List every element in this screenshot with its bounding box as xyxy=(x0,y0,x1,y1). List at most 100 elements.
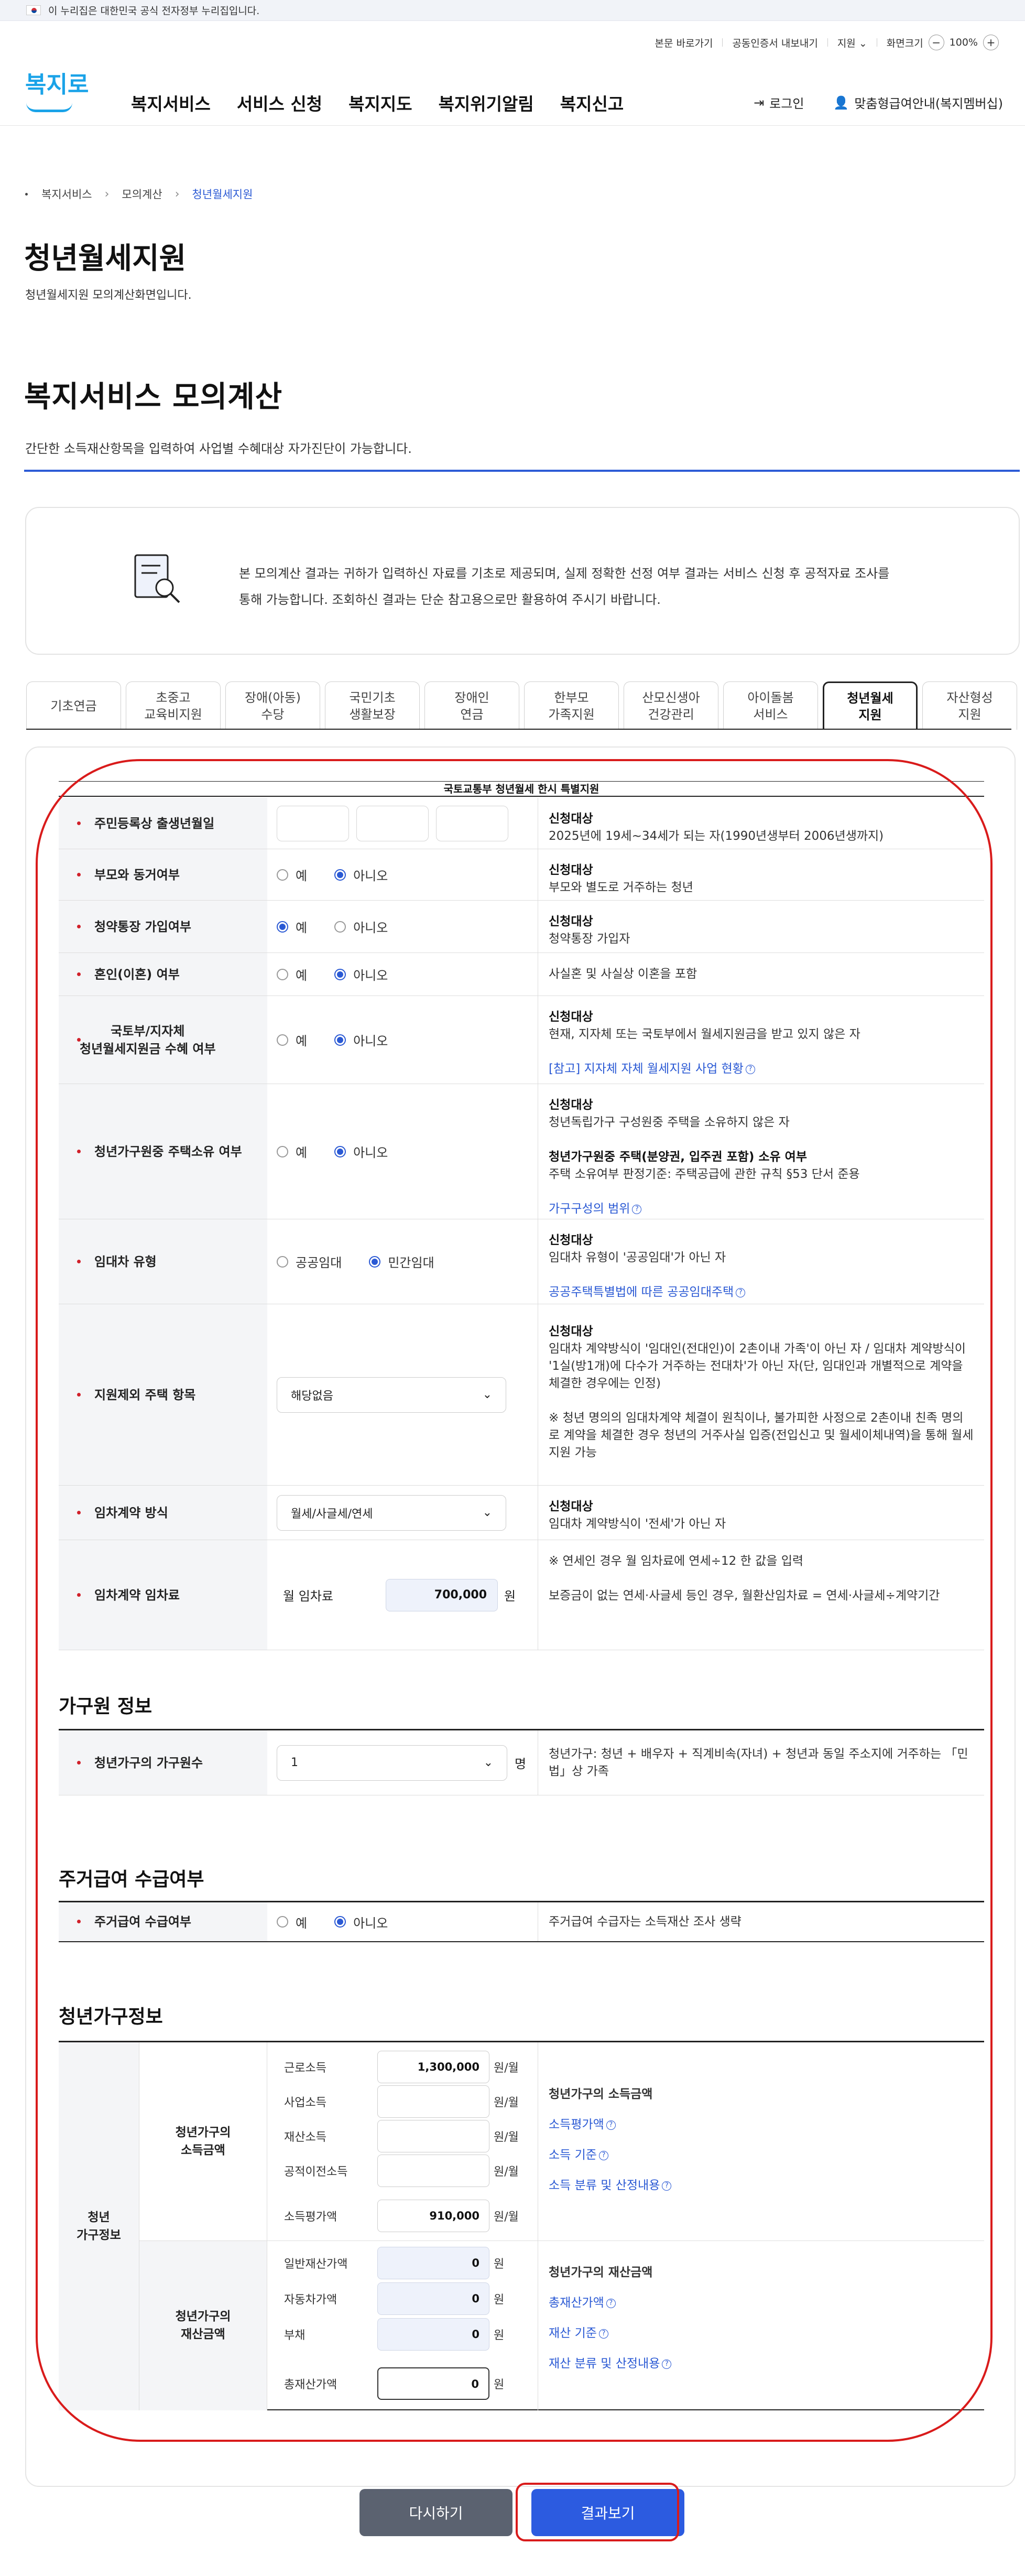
income-input[interactable] xyxy=(377,2120,489,2152)
site-logo[interactable]: 복지로 xyxy=(25,73,89,96)
marriage-no-radio[interactable]: 아니오 xyxy=(334,965,388,983)
zoom-in-button[interactable]: + xyxy=(983,35,999,50)
tab-childcare[interactable]: 아이돌봄 서비스 xyxy=(723,681,818,730)
youth-col-label: 청년 가구정보 xyxy=(59,2042,139,2410)
parents-yes-radio[interactable]: 예 xyxy=(277,865,307,884)
public-housing-link[interactable]: 공공주택특별법에 따른 공공임대주택? xyxy=(549,1285,746,1299)
nav-welfare-report[interactable]: 복지신고 xyxy=(560,90,624,115)
asset-input[interactable]: 0 xyxy=(377,2247,489,2279)
asset-classification-link[interactable]: 재산 분류 및 산정내용? xyxy=(549,2357,672,2371)
cert-export-link[interactable]: 공동인증서 내보내기 xyxy=(732,36,817,50)
birth-month-input[interactable] xyxy=(356,805,429,841)
skip-link[interactable]: 본문 바로가기 xyxy=(655,36,713,50)
info-text: 2025년에 19세~34세가 되는 자(1990년생부터 2006년생까지) xyxy=(549,829,884,843)
section-divider xyxy=(24,470,1020,472)
section-description: 간단한 소득재산항목을 입력하여 사업별 수혜대상 자가진단이 가능합니다. xyxy=(25,441,412,456)
radio-icon xyxy=(277,1916,288,1928)
income-eval-link[interactable]: 소득평가액? xyxy=(549,2118,616,2131)
row-rent: 임차계약 임차료 월 임차료 700,000 원 ※ 연세인 경우 월 임차료에… xyxy=(59,1540,984,1650)
info-text: 임대차 유형이 '공공임대'가 아닌 자 xyxy=(549,1251,726,1264)
excluded-select[interactable]: 해당없음 ⌄ xyxy=(277,1377,506,1413)
nav-welfare-service[interactable]: 복지서비스 xyxy=(131,90,211,115)
tab-youth-rent[interactable]: 청년월세 지원 xyxy=(823,681,918,730)
breadcrumb-item[interactable]: 모의계산 xyxy=(122,186,162,202)
rent-input[interactable]: 700,000 xyxy=(386,1578,498,1611)
income-criteria-link[interactable]: 소득 기준? xyxy=(549,2148,608,2162)
household-unit: 명 xyxy=(515,1757,527,1771)
unit: 원 xyxy=(494,2329,505,2342)
breadcrumb-item[interactable]: 복지서비스 xyxy=(41,186,92,202)
chevron-down-icon: ⌄ xyxy=(482,1388,492,1401)
rent-sub-label: 월 임차료 xyxy=(283,1589,333,1604)
asset-input[interactable]: 0 xyxy=(377,2282,489,2315)
row-label: 임대차 유형 xyxy=(59,1219,267,1304)
income-input[interactable] xyxy=(377,2155,489,2187)
table-caption: 국토교통부 청년월세 한시 특별지원 xyxy=(59,781,984,797)
info-text: 청년가구: 청년 + 배우자 + 직계비속(자녀) + 청년과 동일 주소지에 … xyxy=(549,1747,968,1778)
notice-box: 본 모의계산 결과는 귀하가 입력하신 자료를 기초로 제공되며, 실제 정확한… xyxy=(25,507,1020,655)
subsidy-no-radio[interactable]: 아니오 xyxy=(334,1031,388,1049)
tab-education[interactable]: 초중고 교육비지원 xyxy=(126,681,221,730)
lease-private-radio[interactable]: 민간임대 xyxy=(369,1252,434,1271)
tab-basic-livelihood[interactable]: 국민기초 생활보장 xyxy=(325,681,420,730)
login-button[interactable]: ⇥ 로그인 xyxy=(754,93,804,112)
birth-year-input[interactable] xyxy=(277,805,349,841)
parents-no-radio[interactable]: 아니오 xyxy=(334,865,388,884)
page-description: 청년월세지원 모의계산화면입니다. xyxy=(25,289,192,302)
tab-single-parent[interactable]: 한부모 가족지원 xyxy=(524,681,619,730)
household-scope-link[interactable]: 가구구성의 범위? xyxy=(549,1202,642,1216)
nav-crisis-alert[interactable]: 복지위기알림 xyxy=(439,90,534,115)
house-no-radio[interactable]: 아니오 xyxy=(334,1142,388,1161)
housing-yes-radio[interactable]: 예 xyxy=(277,1913,307,1931)
info-text: ※ 연세인 경우 월 임차료에 연세÷12 한 값을 입력 xyxy=(549,1554,804,1568)
radio-checked-icon xyxy=(334,968,346,980)
income-eval-output: 910,000 xyxy=(377,2200,489,2232)
help-icon: ? xyxy=(606,2120,616,2130)
row-label: 청약통장 가입여부 xyxy=(59,901,267,953)
house-yes-radio[interactable]: 예 xyxy=(277,1142,307,1161)
housing-no-radio[interactable]: 아니오 xyxy=(334,1913,388,1931)
custom-benefit-button[interactable]: 👤 맞춤형급여안내(복지멤버십) xyxy=(833,93,1003,112)
asset-item-label: 일반재산가액 xyxy=(284,2258,348,2271)
savings-no-radio[interactable]: 아니오 xyxy=(334,917,388,936)
tab-disability-allowance[interactable]: 장애(아동) 수당 xyxy=(225,681,320,730)
local-rent-link[interactable]: [참고] 지자체 자체 월세지원 사업 현황? xyxy=(549,1062,755,1076)
row-label: 청년가구원중 주택소유 여부 xyxy=(59,1084,267,1219)
income-input[interactable]: 1,300,000 xyxy=(377,2051,489,2083)
income-item-label: 재산소득 xyxy=(284,2131,326,2144)
result-button[interactable]: 결과보기 xyxy=(531,2489,684,2536)
tab-maternity[interactable]: 산모신생아 건강관리 xyxy=(624,681,718,730)
info-text: 부모와 별도로 거주하는 청년 xyxy=(549,881,693,894)
contract-select[interactable]: 월세/사글세/연세 ⌄ xyxy=(277,1495,506,1531)
subsidy-yes-radio[interactable]: 예 xyxy=(277,1031,307,1049)
birth-day-input[interactable] xyxy=(436,805,508,841)
savings-yes-radio[interactable]: 예 xyxy=(277,917,307,936)
income-classification-link[interactable]: 소득 분류 및 산정내용? xyxy=(549,2179,672,2192)
radio-icon xyxy=(277,1145,288,1157)
asset-input[interactable]: 0 xyxy=(377,2318,489,2351)
tab-asset-building[interactable]: 자산형성 지원 xyxy=(922,681,1017,730)
income-input[interactable] xyxy=(377,2085,489,2118)
info-title: 청년가구원중 주택(분양권, 입주권 포함) 소유 여부 xyxy=(549,1150,807,1164)
info-title: 신청대상 xyxy=(549,1233,593,1247)
marriage-yes-radio[interactable]: 예 xyxy=(277,965,307,983)
row-parents: 부모와 동거여부 예 아니오 신청대상 부모와 별도로 거주하는 청년 xyxy=(59,849,984,901)
reset-button[interactable]: 다시하기 xyxy=(359,2489,512,2536)
row-marriage: 혼인(이혼) 여부 예 아니오 사실혼 및 사실상 이혼을 포함 xyxy=(59,953,984,996)
asset-criteria-link[interactable]: 재산 기준? xyxy=(549,2326,608,2340)
nav-service-apply[interactable]: 서비스 신청 xyxy=(237,90,322,115)
tab-disability-pension[interactable]: 장애인 연금 xyxy=(424,681,519,730)
household-size-select[interactable]: 1 ⌄ xyxy=(277,1745,507,1781)
lease-public-radio[interactable]: 공공임대 xyxy=(277,1252,342,1271)
document-search-icon xyxy=(134,554,180,603)
nav-welfare-map[interactable]: 복지지도 xyxy=(348,90,412,115)
region-select[interactable]: 지원 ⌄ xyxy=(837,36,867,50)
tab-basic-pension[interactable]: 기초연금 xyxy=(26,681,121,730)
income-item-label: 근로소득 xyxy=(284,2062,326,2075)
zoom-out-button[interactable]: − xyxy=(928,35,944,50)
row-label: 국토부/지자체 청년월세지원금 수혜 여부 xyxy=(59,996,267,1084)
total-asset-link[interactable]: 총재산가액? xyxy=(549,2296,616,2310)
youth-grid: 청년 가구정보 청년가구의 소득금액 청년가구의 재산금액 근로소득 1,300,… xyxy=(59,2042,984,2410)
info-text: 임대차 계약방식이 '임대인(전대인)이 2촌이내 가족'이 아닌 자 / 임대… xyxy=(549,1342,966,1390)
chevron-down-icon: ⌄ xyxy=(483,1756,493,1769)
